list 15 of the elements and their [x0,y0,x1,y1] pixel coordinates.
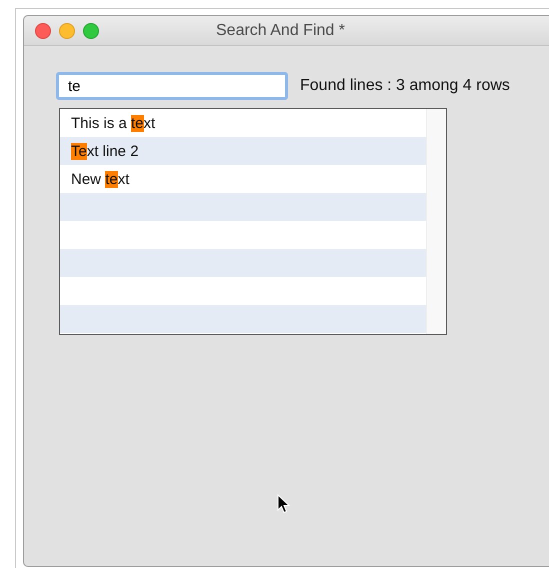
list-row[interactable] [60,193,426,221]
list-row[interactable]: New text [60,165,426,193]
scrollbar[interactable] [426,109,446,334]
list-row[interactable] [60,305,426,333]
result-label: Found lines : 3 among 4 rows [300,77,510,95]
row-text: New text [71,170,130,188]
list-row[interactable]: Text line 2 [60,137,426,165]
row-text: Text line 2 [71,142,139,160]
close-button[interactable] [35,22,51,38]
search-field[interactable]: te [56,72,288,100]
minimize-button[interactable] [59,22,75,38]
window-title: Search And Find * [216,22,345,40]
list-row[interactable] [60,249,426,277]
zoom-button[interactable] [83,22,99,38]
pointer-icon [277,494,291,514]
